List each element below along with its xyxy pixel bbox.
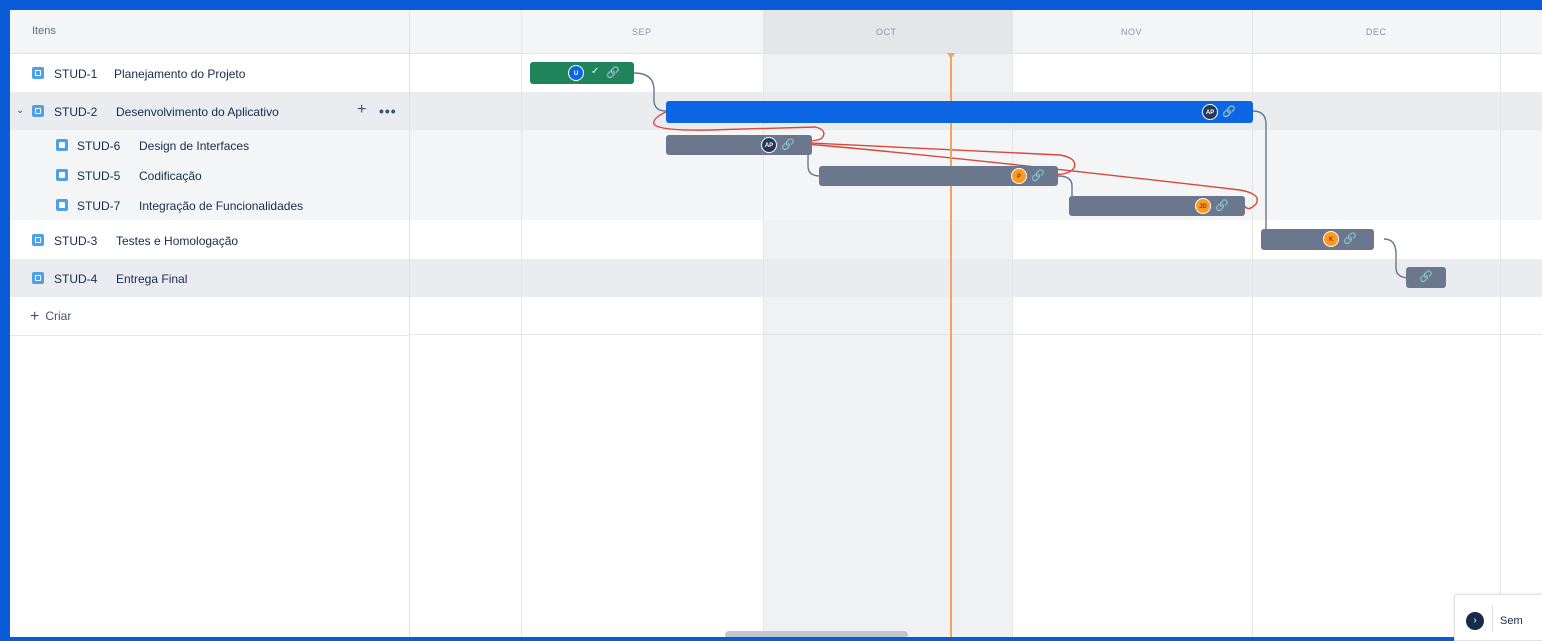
avatar: K	[1323, 231, 1339, 247]
more-actions-button[interactable]: •••	[379, 103, 397, 119]
dependency-line-stud1-stud2	[633, 72, 667, 112]
avatar: AP	[761, 137, 777, 153]
today-line	[950, 53, 952, 637]
epic-icon	[32, 105, 44, 117]
timeline: SEP OCT NOV DEC U ✓ 🔗 AP �	[410, 10, 1542, 637]
item-key: STUD-6	[77, 139, 121, 153]
task-icon	[56, 169, 68, 181]
timeline-bar-stud-3[interactable]: K 🔗	[1261, 229, 1374, 250]
item-title: Design de Interfaces	[139, 139, 250, 153]
link-icon[interactable]: 🔗	[781, 138, 795, 151]
epic-icon	[32, 67, 44, 79]
today-marker	[947, 53, 955, 59]
item-title: Codificação	[139, 169, 202, 183]
items-panel: Itens STUD-1 Planejamento do Projeto ⌄ S…	[10, 10, 410, 637]
item-key: STUD-1	[54, 67, 98, 81]
link-icon[interactable]: 🔗	[606, 66, 620, 79]
avatar: JD	[1195, 198, 1211, 214]
link-icon[interactable]: 🔗	[1343, 232, 1357, 245]
item-key: STUD-7	[77, 199, 121, 213]
add-child-button[interactable]: +	[357, 101, 366, 119]
zoom-separator	[1492, 605, 1493, 631]
link-icon[interactable]: 🔗	[1031, 169, 1045, 182]
horizontal-scrollbar[interactable]	[725, 631, 908, 637]
list-item-stud-2[interactable]: ⌄ STUD-2 Desenvolvimento do Aplicativo +…	[10, 92, 409, 130]
timeline-bar-stud-2[interactable]: AP 🔗	[666, 101, 1253, 123]
check-icon: ✓	[591, 66, 600, 77]
items-header: Itens	[10, 10, 409, 54]
list-item-stud-4[interactable]: STUD-4 Entrega Final	[10, 259, 409, 297]
avatar: P	[1011, 168, 1027, 184]
task-icon	[56, 139, 68, 151]
dependency-line-stud2-stud3	[1252, 110, 1277, 240]
item-title: Testes e Homologação	[116, 234, 239, 248]
timeline-bar-stud-6[interactable]: AP 🔗	[666, 135, 812, 155]
item-key: STUD-4	[54, 272, 98, 286]
link-icon[interactable]: 🔗	[1215, 199, 1229, 212]
timeline-bar-stud-4[interactable]: 🔗	[1406, 267, 1446, 288]
zoom-level-label[interactable]: Sem	[1500, 615, 1523, 627]
timeline-zoom-control[interactable]: › Sem	[1454, 594, 1542, 641]
timeline-bar-stud-1[interactable]: U ✓ 🔗	[530, 62, 634, 84]
avatar: AP	[1202, 104, 1218, 120]
list-item-stud-1[interactable]: STUD-1 Planejamento do Projeto	[10, 54, 409, 92]
task-icon	[56, 199, 68, 211]
item-title: Entrega Final	[116, 272, 188, 286]
create-item-button[interactable]: + Criar	[30, 308, 71, 326]
item-title: Integração de Funcionalidades	[139, 199, 304, 213]
chevron-down-icon[interactable]: ⌄	[16, 105, 24, 116]
item-key: STUD-2	[54, 105, 98, 119]
link-icon[interactable]: 🔗	[1222, 105, 1236, 118]
roadmap-frame: Itens STUD-1 Planejamento do Projeto ⌄ S…	[10, 10, 1542, 637]
epic-icon	[32, 272, 44, 284]
items-header-label: Itens	[32, 25, 56, 37]
list-item-stud-3[interactable]: STUD-3 Testes e Homologação	[10, 221, 409, 259]
item-title: Planejamento do Projeto	[114, 67, 246, 81]
plus-icon: +	[30, 308, 40, 325]
timeline-bar-stud-5[interactable]: P 🔗	[819, 166, 1058, 186]
list-item-stud-5[interactable]: STUD-5 Codificação	[10, 160, 409, 190]
epic-icon	[32, 234, 44, 246]
item-title: Desenvolvimento do Aplicativo	[116, 105, 279, 119]
link-icon[interactable]: 🔗	[1419, 270, 1433, 283]
timeline-bar-stud-7[interactable]: JD 🔗	[1069, 196, 1245, 216]
item-key: STUD-3	[54, 234, 98, 248]
chevron-right-icon[interactable]: ›	[1466, 612, 1484, 630]
avatar: U	[568, 65, 584, 81]
list-item-stud-7[interactable]: STUD-7 Integração de Funcionalidades	[10, 190, 409, 220]
item-key: STUD-5	[77, 169, 121, 183]
create-label: Criar	[45, 309, 72, 323]
list-item-stud-6[interactable]: STUD-6 Design de Interfaces	[10, 130, 409, 160]
